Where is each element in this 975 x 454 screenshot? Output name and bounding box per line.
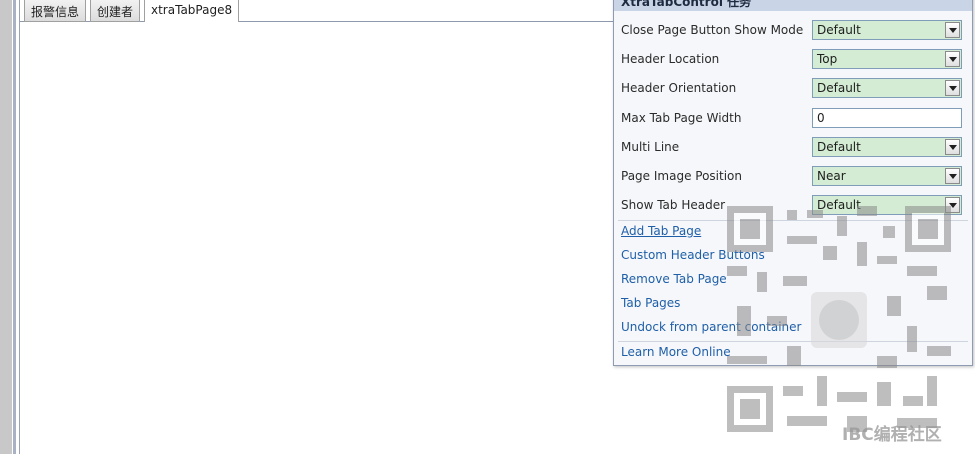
prop-label: Close Page Button Show Mode bbox=[621, 23, 804, 37]
panel-title: XtraTabControl 任务 bbox=[614, 0, 972, 11]
header-location-select[interactable]: Top bbox=[812, 49, 962, 69]
section-divider bbox=[618, 341, 968, 342]
prop-label: Page Image Position bbox=[621, 169, 742, 183]
tab-creator[interactable]: 创建者 bbox=[90, 0, 141, 22]
select-value: Default bbox=[817, 198, 861, 212]
close-page-button-show-mode-select[interactable]: Default bbox=[812, 20, 962, 40]
prop-header-orientation: Header Orientation Default bbox=[621, 78, 966, 99]
chevron-down-icon[interactable] bbox=[945, 168, 960, 184]
add-tab-page-link[interactable]: Add Tab Page bbox=[621, 224, 701, 238]
select-value: Near bbox=[817, 169, 846, 183]
learn-more-online-link[interactable]: Learn More Online bbox=[621, 345, 731, 359]
prop-close-page-button-show-mode: Close Page Button Show Mode Default bbox=[621, 20, 966, 41]
multi-line-select[interactable]: Default bbox=[812, 137, 962, 157]
chevron-down-icon[interactable] bbox=[945, 197, 960, 213]
tab-pages-link[interactable]: Tab Pages bbox=[621, 296, 680, 310]
prop-page-image-position: Page Image Position Near bbox=[621, 166, 966, 187]
undock-from-parent-link[interactable]: Undock from parent container bbox=[621, 320, 801, 334]
prop-label: Header Orientation bbox=[621, 81, 737, 95]
chevron-down-icon[interactable] bbox=[945, 51, 960, 67]
tab-alarm-info[interactable]: 报警信息 bbox=[24, 0, 87, 22]
header-orientation-select[interactable]: Default bbox=[812, 78, 962, 98]
prop-multi-line: Multi Line Default bbox=[621, 137, 966, 158]
chevron-down-icon[interactable] bbox=[945, 80, 960, 96]
tab-xtratabpage8[interactable]: xtraTabPage8 bbox=[144, 0, 240, 23]
select-value: Default bbox=[817, 140, 861, 154]
custom-header-buttons-link[interactable]: Custom Header Buttons bbox=[621, 248, 765, 262]
select-value: Top bbox=[817, 52, 838, 66]
prop-label: Max Tab Page Width bbox=[621, 111, 742, 125]
smart-tag-panel: XtraTabControl 任务 Close Page Button Show… bbox=[613, 0, 973, 366]
prop-label: Show Tab Header bbox=[621, 198, 726, 212]
chevron-down-icon[interactable] bbox=[945, 139, 960, 155]
prop-show-tab-header: Show Tab Header Default bbox=[621, 195, 966, 216]
prop-label: Multi Line bbox=[621, 140, 680, 154]
section-divider bbox=[618, 220, 968, 221]
gutter-divider bbox=[13, 0, 16, 454]
show-tab-header-select[interactable]: Default bbox=[812, 195, 962, 215]
prop-label: Header Location bbox=[621, 52, 720, 66]
tab-page-content[interactable] bbox=[20, 22, 615, 454]
prop-header-location: Header Location Top bbox=[621, 49, 966, 70]
chevron-down-icon[interactable] bbox=[945, 22, 960, 38]
remove-tab-page-link[interactable]: Remove Tab Page bbox=[621, 272, 727, 286]
tab-strip: 报警信息 创建者 xtraTabPage8 bbox=[20, 0, 620, 23]
watermark-brand: IBC编程社区 bbox=[842, 425, 942, 445]
select-value: Default bbox=[817, 23, 861, 37]
page-image-position-select[interactable]: Near bbox=[812, 166, 962, 186]
select-value: Default bbox=[817, 81, 861, 95]
max-tab-page-width-input[interactable]: 0 bbox=[812, 108, 962, 128]
input-value: 0 bbox=[817, 111, 825, 125]
prop-max-tab-page-width: Max Tab Page Width 0 bbox=[621, 108, 966, 129]
designer-gutter bbox=[0, 0, 12, 454]
